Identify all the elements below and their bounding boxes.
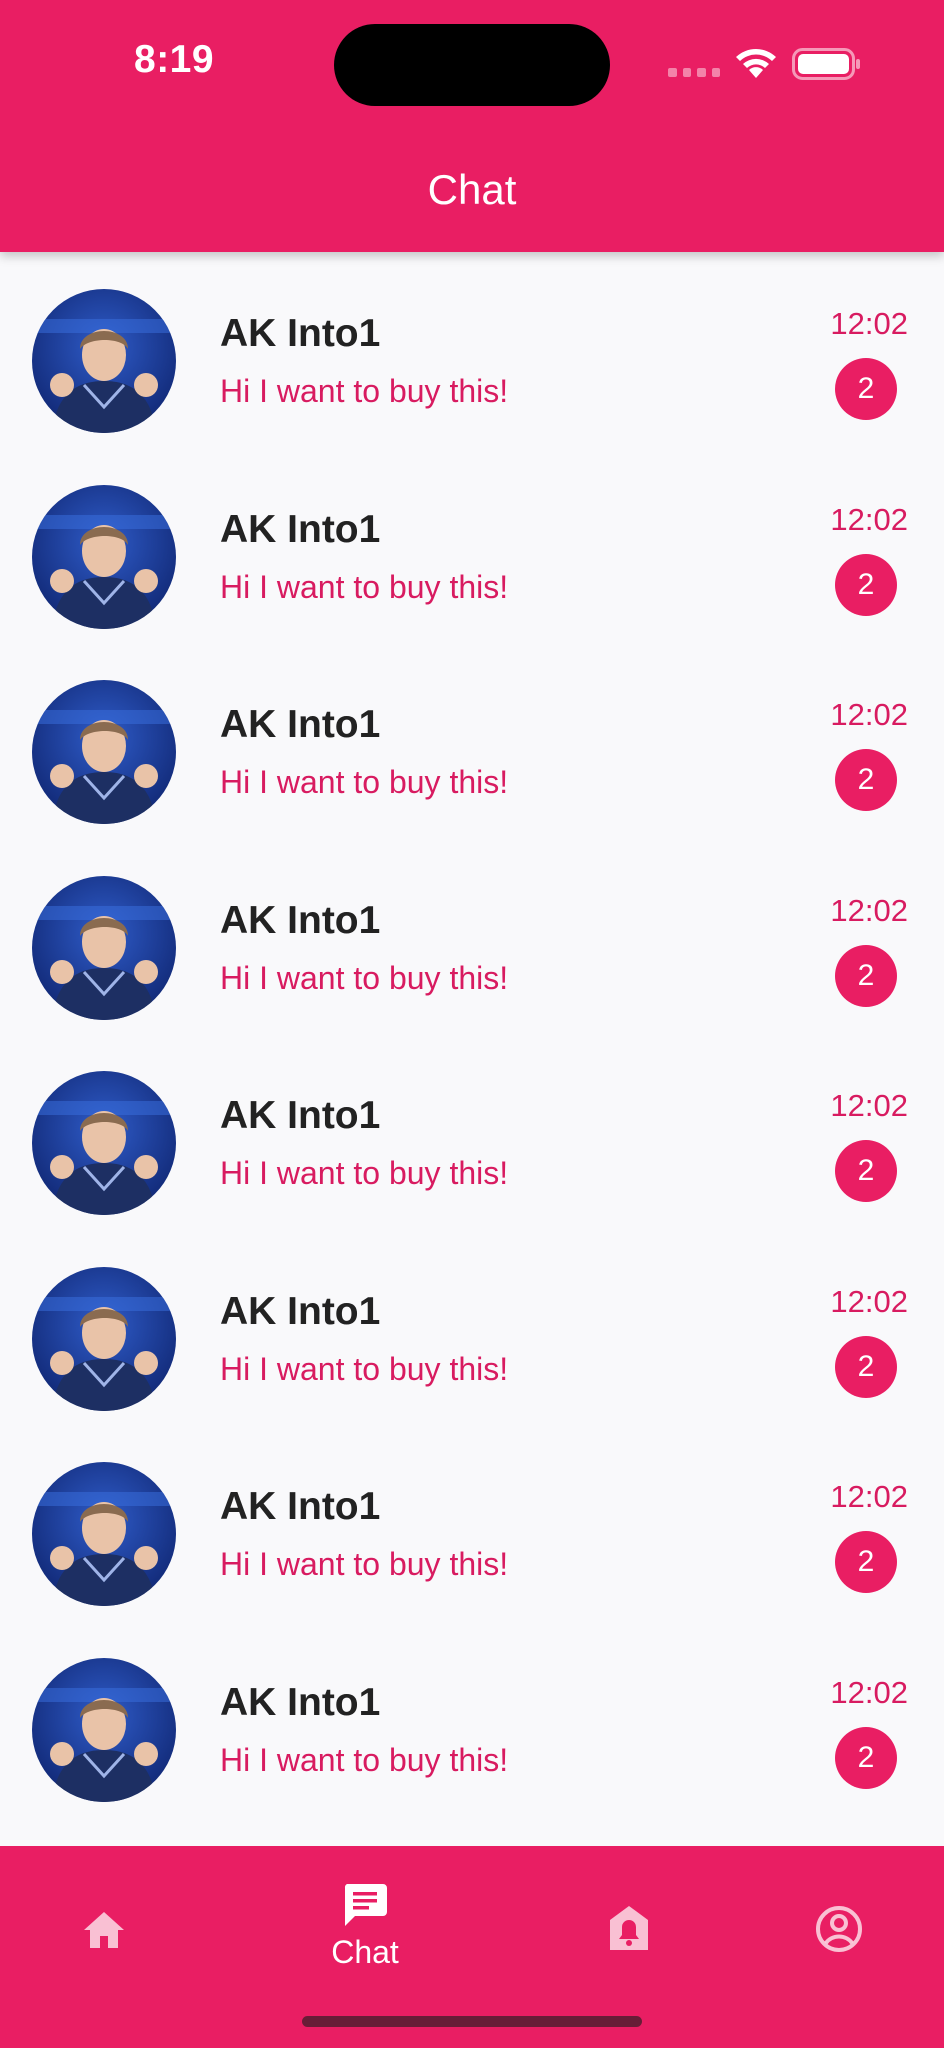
chat-message-preview: Hi I want to buy this! bbox=[220, 1741, 509, 1778]
chat-time: 12:02 bbox=[830, 306, 908, 341]
chat-message-preview: Hi I want to buy this! bbox=[220, 1155, 509, 1191]
unread-badge: 2 bbox=[835, 1140, 897, 1202]
battery-icon bbox=[792, 48, 860, 80]
chat-name: AK Into1 bbox=[220, 1680, 381, 1724]
chat-time: 12:02 bbox=[830, 501, 908, 537]
chat-time: 12:02 bbox=[830, 1283, 908, 1319]
chat-list-item[interactable]: AK Into1 Hi I want to buy this! 12:02 2 bbox=[0, 1230, 944, 1426]
notification-bell-icon[interactable] bbox=[606, 1904, 652, 1954]
unread-badge: 2 bbox=[835, 358, 897, 420]
profile-icon[interactable] bbox=[814, 1904, 864, 1954]
chat-time: 12:02 bbox=[830, 697, 908, 732]
chat-icon bbox=[344, 1884, 387, 1926]
chat-list-item[interactable]: AK Into1 Hi I want to buy this! 12:02 2 bbox=[0, 1621, 944, 1817]
chat-name: AK Into1 bbox=[220, 703, 381, 746]
page-title: Chat bbox=[427, 166, 517, 213]
home-indicator[interactable] bbox=[302, 2016, 642, 2027]
avatar bbox=[32, 1266, 176, 1411]
status-time: 8:19 bbox=[134, 38, 215, 81]
avatar bbox=[32, 680, 176, 824]
cellular-signal-icon bbox=[668, 68, 720, 78]
unread-badge: 2 bbox=[835, 749, 897, 811]
app-bar: 8:19 Chat bbox=[0, 0, 944, 252]
chat-name: AK Into1 bbox=[220, 1094, 381, 1137]
chat-name: AK Into1 bbox=[220, 1485, 381, 1528]
avatar bbox=[32, 875, 176, 1020]
avatar bbox=[32, 1462, 176, 1606]
chat-list-item[interactable]: AK Into1 Hi I want to buy this! 12:02 2 bbox=[0, 1425, 944, 1621]
unread-badge: 2 bbox=[835, 1531, 897, 1593]
chat-name: AK Into1 bbox=[220, 507, 381, 551]
chat-time: 12:02 bbox=[830, 1088, 908, 1123]
dynamic-island bbox=[334, 24, 610, 106]
chat-list-item[interactable]: AK Into1 Hi I want to buy this! 12:02 2 bbox=[0, 448, 944, 644]
chat-list-item[interactable]: AK Into1 Hi I want to buy this! 12:02 2 bbox=[0, 252, 944, 448]
unread-badge: 2 bbox=[835, 1726, 897, 1789]
avatar bbox=[32, 289, 176, 433]
unread-badge: 2 bbox=[835, 1335, 897, 1398]
chat-message-preview: Hi I want to buy this! bbox=[220, 959, 509, 996]
chat-name: AK Into1 bbox=[220, 1289, 381, 1333]
chat-message-preview: Hi I want to buy this! bbox=[220, 568, 509, 605]
avatar bbox=[32, 1657, 176, 1802]
unread-badge: 2 bbox=[835, 944, 897, 1007]
chat-message-preview: Hi I want to buy this! bbox=[220, 1350, 509, 1387]
chat-message-preview: Hi I want to buy this! bbox=[220, 373, 509, 409]
chat-time: 12:02 bbox=[830, 1674, 908, 1710]
chat-list-item[interactable]: AK Into1 Hi I want to buy this! 12:02 2 bbox=[0, 839, 944, 1035]
chat-message-preview: Hi I want to buy this! bbox=[220, 764, 509, 800]
chat-list-item[interactable]: AK Into1 Hi I want to buy this! 12:02 2 bbox=[0, 1034, 944, 1230]
home-icon[interactable] bbox=[80, 1906, 128, 1954]
unread-badge: 2 bbox=[835, 553, 897, 616]
nav-tab-chat-label: Chat bbox=[331, 1934, 399, 1970]
chat-name: AK Into1 bbox=[220, 898, 381, 942]
chat-message-preview: Hi I want to buy this! bbox=[220, 1546, 509, 1582]
chat-name: AK Into1 bbox=[220, 312, 381, 355]
chat-time: 12:02 bbox=[830, 1479, 908, 1514]
avatar bbox=[32, 484, 176, 629]
chat-list-item[interactable]: AK Into1 Hi I want to buy this! 12:02 2 bbox=[0, 643, 944, 839]
avatar bbox=[32, 1071, 176, 1215]
wifi-icon bbox=[736, 49, 776, 78]
chat-list: AK Into1 Hi I want to buy this! 12:02 2 … bbox=[0, 252, 944, 1816]
chat-time: 12:02 bbox=[830, 892, 908, 928]
